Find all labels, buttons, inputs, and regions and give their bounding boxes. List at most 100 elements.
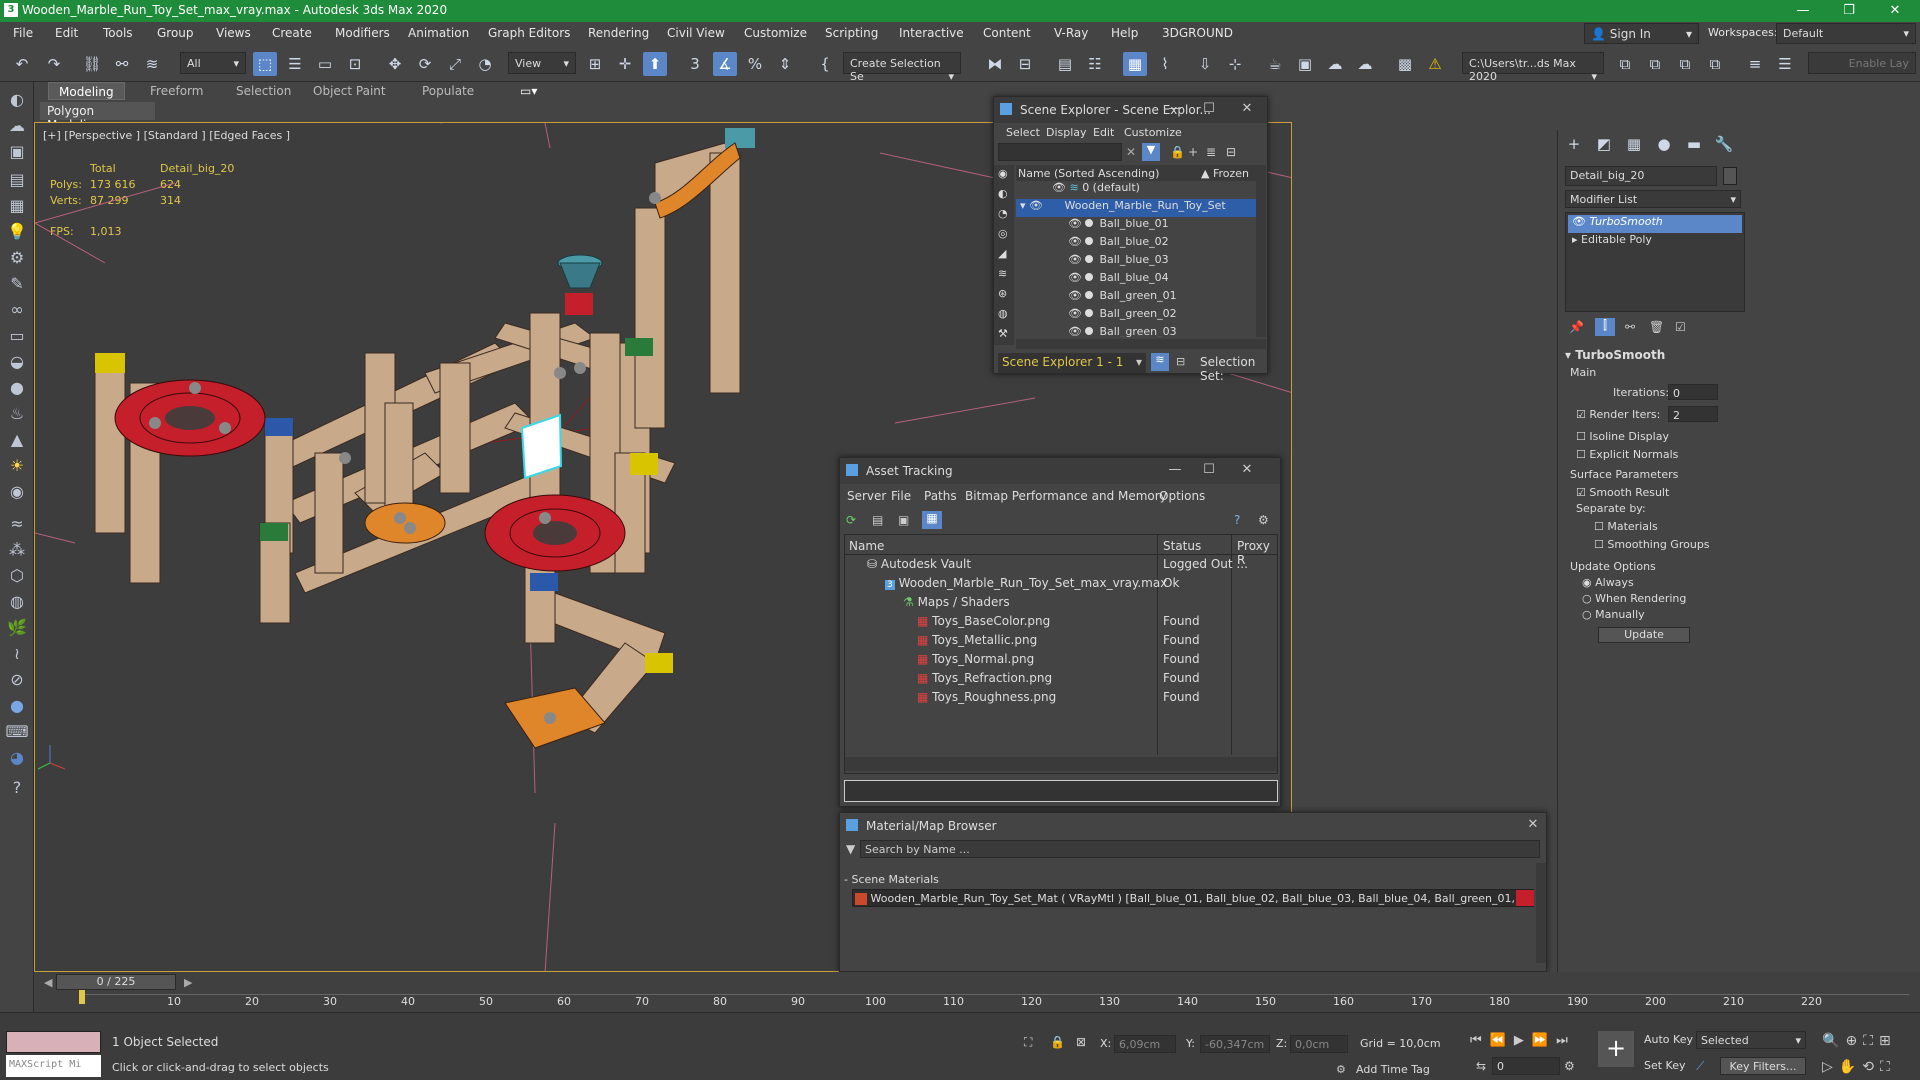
isolate-selection-icon[interactable]: ⛶ bbox=[1024, 1035, 1032, 1050]
layer-icon[interactable]: ⧉ bbox=[1643, 52, 1667, 76]
add-icon[interactable]: + bbox=[1188, 145, 1198, 159]
geometry-filter-icon[interactable]: ◐ bbox=[998, 187, 1008, 200]
globe-icon[interactable]: ◍ bbox=[5, 590, 29, 614]
make-unique-icon[interactable]: ⚯ bbox=[1625, 320, 1635, 334]
expand-arrow-icon[interactable]: ▸ bbox=[1572, 233, 1581, 246]
vray-icon[interactable]: ◕ bbox=[5, 746, 29, 770]
asset-path-field[interactable] bbox=[844, 780, 1278, 802]
table-row[interactable]: ▦ Toys_Normal.png Found bbox=[917, 652, 1200, 670]
menu-options[interactable]: Options bbox=[1159, 489, 1205, 503]
current-frame-field[interactable]: 0 bbox=[1492, 1057, 1560, 1075]
zoom-extents-all-icon[interactable]: ⊞ bbox=[1879, 1033, 1897, 1049]
configure-sets-icon[interactable]: ☑ bbox=[1675, 320, 1686, 334]
menu-views[interactable]: Views bbox=[216, 26, 251, 40]
menu-animation[interactable]: Animation bbox=[408, 26, 469, 40]
ribbon-toggle-icon[interactable]: ▦ bbox=[1123, 52, 1147, 76]
tree-row[interactable]: 👁 Ball_blue_04 bbox=[1068, 271, 1169, 289]
menu-group[interactable]: Group bbox=[157, 26, 194, 40]
plant-icon[interactable]: 🌿 bbox=[5, 616, 29, 640]
schematic-view-icon[interactable]: ⇩ bbox=[1193, 52, 1217, 76]
ribbon-options-icon[interactable]: ▭▾ bbox=[510, 82, 547, 100]
field-of-view-icon[interactable]: ▷ bbox=[1822, 1059, 1839, 1075]
scene-explorer-icon[interactable]: ▤ bbox=[1053, 52, 1077, 76]
hierarchy-toggle-icon[interactable]: ⊟ bbox=[1176, 355, 1185, 368]
display-all-icon[interactable]: ◉ bbox=[998, 167, 1008, 180]
turbosmooth-rollout[interactable]: ▾ TurboSmooth bbox=[1565, 348, 1755, 368]
rendered-frame-icon[interactable]: ▣ bbox=[1293, 52, 1317, 76]
maximize-icon[interactable]: ☐ bbox=[1194, 462, 1224, 477]
menu-scripting[interactable]: Scripting bbox=[825, 26, 878, 40]
enable-layer-field[interactable]: Enable Lay bbox=[1808, 52, 1916, 74]
stack-item-editable-poly[interactable]: ▸ Editable Poly bbox=[1572, 233, 1652, 251]
lock-icon[interactable]: 🔒 bbox=[1170, 145, 1185, 159]
rectangular-selection-icon[interactable]: ▭ bbox=[313, 52, 337, 76]
tree-row[interactable]: 👁 Ball_blue_02 bbox=[1068, 235, 1169, 253]
remove-modifier-icon[interactable]: 🗑 bbox=[1649, 320, 1664, 334]
eye-icon[interactable]: 👁 bbox=[1068, 253, 1085, 266]
render-iters-row[interactable]: ☑ Render Iters: bbox=[1576, 408, 1660, 421]
paint-icon[interactable]: ✎ bbox=[5, 272, 29, 296]
menu-interactive[interactable]: Interactive bbox=[899, 26, 964, 40]
material-browser-title[interactable]: Material/Map Browser bbox=[840, 813, 1546, 839]
tree-row[interactable]: 👁 Ball_blue_01 bbox=[1068, 217, 1169, 235]
menu-modifiers[interactable]: Modifiers bbox=[335, 26, 390, 40]
angle-snap-icon[interactable]: ∡ bbox=[713, 52, 737, 76]
minimize-button[interactable]: — bbox=[1780, 0, 1826, 22]
select-object-icon[interactable]: ⬚ bbox=[253, 52, 277, 76]
tree-row[interactable]: 👁 Ball_blue_03 bbox=[1068, 253, 1169, 271]
selection-filter-dropdown[interactable]: All ▾ bbox=[180, 52, 246, 74]
pan-icon[interactable]: ✋ bbox=[1839, 1059, 1862, 1075]
close-icon[interactable]: ✕ bbox=[1518, 817, 1548, 832]
menu-help[interactable]: Help bbox=[1111, 26, 1138, 40]
previous-frame-icon[interactable]: ◀ bbox=[44, 976, 52, 989]
link-icon[interactable]: ⛓ bbox=[80, 52, 104, 76]
particle-icon[interactable]: ⁂ bbox=[5, 538, 29, 562]
maxscript-mini-listener[interactable]: MAXScript Mi bbox=[6, 1055, 101, 1077]
layer-explorer-icon[interactable]: ☷ bbox=[1083, 52, 1107, 76]
z-coord-field[interactable]: 0,0cm bbox=[1290, 1035, 1348, 1053]
menu-3dground[interactable]: 3DGROUND bbox=[1162, 26, 1233, 40]
material-list-item[interactable]: Wooden_Marble_Run_Toy_Set_Mat ( VRayMtl … bbox=[852, 889, 1534, 907]
key-filter-icon[interactable]: ⟋ bbox=[1696, 1059, 1704, 1074]
object-name-field[interactable]: Detail_big_20 bbox=[1565, 166, 1717, 186]
object-color-swatch[interactable] bbox=[1723, 167, 1737, 185]
hierarchy-tab-icon[interactable]: ▦ bbox=[1622, 132, 1646, 156]
horizontal-scrollbar[interactable] bbox=[845, 757, 1277, 771]
timeline-track[interactable]: 10 20 30 40 50 60 70 80 90 100 110 120 1… bbox=[79, 990, 1909, 1010]
refresh-icon[interactable]: ⟳ bbox=[846, 513, 856, 527]
eye-icon[interactable]: 👁 bbox=[1068, 217, 1085, 230]
explicit-normals-checkbox[interactable]: ☐ Explicit Normals bbox=[1576, 448, 1678, 461]
smooth-result-checkbox[interactable]: ☑ Smooth Result bbox=[1576, 486, 1669, 499]
edit-named-selection-icon[interactable]: { bbox=[813, 52, 837, 76]
menu-rendering[interactable]: Rendering bbox=[588, 26, 649, 40]
sun-icon[interactable]: ☀ bbox=[5, 454, 29, 478]
close-icon[interactable]: ✕ bbox=[1232, 101, 1262, 116]
grid-icon[interactable]: ▦ bbox=[5, 194, 29, 218]
eye-icon[interactable]: 👁 bbox=[1068, 325, 1085, 337]
update-button[interactable]: Update bbox=[1598, 627, 1690, 643]
tree-row[interactable]: 👁 Ball_green_02 bbox=[1068, 307, 1177, 325]
time-tag-icon[interactable]: ⚙ bbox=[1336, 1063, 1346, 1076]
object-icon[interactable]: ◉ bbox=[5, 480, 29, 504]
layers-icon[interactable]: ≣ bbox=[1206, 145, 1216, 159]
layers-toggle-icon[interactable]: ≋ bbox=[1151, 353, 1169, 371]
update-manually-radio[interactable]: ○ Manually bbox=[1582, 608, 1645, 621]
workspace-dropdown[interactable]: Default ▾ bbox=[1776, 23, 1916, 44]
maximize-viewport-icon[interactable]: ⛶ bbox=[1880, 1059, 1896, 1075]
separate-smoothing-checkbox[interactable]: ☐ Smoothing Groups bbox=[1594, 538, 1710, 551]
zoom-icon[interactable]: 🔍 bbox=[1822, 1033, 1845, 1049]
stack-item-turbosmooth[interactable]: 👁 TurboSmooth bbox=[1568, 215, 1742, 233]
layers-stack-icon[interactable]: ☰ bbox=[1773, 52, 1797, 76]
project-folder-icon[interactable]: ⧉ bbox=[1613, 52, 1637, 76]
menu-edit[interactable]: Edit bbox=[55, 26, 78, 40]
menu-customize[interactable]: Customize bbox=[1124, 126, 1182, 139]
polygon-modeling-panel[interactable]: Polygon Modeling bbox=[40, 102, 155, 132]
wave-icon[interactable]: ≈ bbox=[5, 512, 29, 536]
selection-lock-icon[interactable]: 🔒 bbox=[1050, 1035, 1065, 1049]
render-iters-spinner[interactable]: 2 bbox=[1668, 406, 1718, 422]
horizontal-scrollbar[interactable] bbox=[1016, 339, 1266, 349]
move-icon[interactable]: ✥ bbox=[383, 52, 407, 76]
tab-populate[interactable]: Populate bbox=[412, 82, 484, 100]
key-filters-button[interactable]: Key Filters... bbox=[1720, 1057, 1806, 1075]
bind-space-warp-icon[interactable]: ≋ bbox=[140, 52, 164, 76]
